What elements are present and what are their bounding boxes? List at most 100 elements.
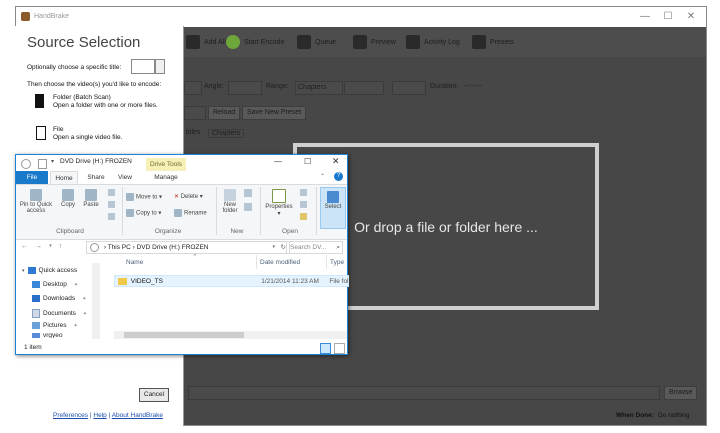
nav-documents-label: Documents <box>43 310 76 317</box>
recent-locations-button[interactable]: ▾ <box>46 241 55 252</box>
about-link[interactable]: About HandBrake <box>112 412 163 419</box>
presets-icon <box>472 35 486 49</box>
save-new-preset-button[interactable]: Save New Preset <box>242 106 307 120</box>
folder-option-desc: Open a folder with one or more files. <box>53 102 158 109</box>
nav-pictures[interactable]: Pictures ✦ <box>32 322 78 329</box>
column-name[interactable]: Name <box>126 259 143 266</box>
maximize-button[interactable]: ☐ <box>659 10 677 24</box>
folder-option[interactable]: Folder (Batch Scan) Open a folder with o… <box>33 92 181 116</box>
horizontal-scrollbar-thumb[interactable] <box>124 332 244 338</box>
forward-button[interactable]: → <box>34 241 43 252</box>
nav-scrollbar[interactable] <box>92 263 100 339</box>
select-button[interactable]: Select <box>320 187 346 229</box>
add-all-button[interactable]: Add All <box>186 27 226 57</box>
nav-quick-access[interactable]: ▾ Quick access <box>22 267 77 274</box>
paste-label: Paste <box>83 202 99 208</box>
pin-icon: ✦ <box>82 295 87 302</box>
column-divider[interactable] <box>326 255 327 269</box>
copy-button[interactable]: Copy <box>60 189 76 208</box>
tab-home[interactable]: Home <box>50 171 78 185</box>
nav-desktop-label: Desktop <box>43 281 67 288</box>
destination-input[interactable] <box>188 386 660 400</box>
presets-button[interactable]: Presets <box>472 27 514 57</box>
large-icons-view-icon[interactable] <box>334 343 345 354</box>
activity-log-button[interactable]: Activity Log <box>406 27 460 57</box>
properties-quick-icon[interactable] <box>38 159 47 169</box>
column-divider[interactable] <box>256 255 257 269</box>
range-end-combo[interactable] <box>392 81 426 95</box>
file-option[interactable]: File Open a single video file. <box>33 124 181 146</box>
tab-subtitles[interactable]: titles <box>186 129 200 136</box>
table-row[interactable]: VIDEO_TS 1/21/2014 11:23 AM File fol <box>114 275 349 287</box>
tab-view[interactable]: View <box>114 171 136 184</box>
title-number-input[interactable] <box>131 59 155 74</box>
back-button[interactable]: ← <box>20 241 29 252</box>
tab-manage[interactable]: Manage <box>149 171 183 184</box>
when-done-select[interactable]: Do nothing <box>658 412 689 419</box>
paste-icon <box>85 189 97 201</box>
cancel-button[interactable]: Cancel <box>139 388 169 402</box>
preferences-link[interactable]: Preferences <box>53 412 88 419</box>
cut-icon[interactable] <box>108 189 115 196</box>
new-folder-button[interactable]: New folder <box>220 189 240 214</box>
preset-combo[interactable] <box>184 106 206 120</box>
link-separator: | <box>108 412 111 419</box>
explorer-maximize-button[interactable]: ☐ <box>304 157 311 166</box>
queue-button[interactable]: Queue <box>297 27 336 57</box>
reload-button[interactable]: Reload <box>208 106 241 120</box>
address-bar[interactable]: › This PC › DVD Drive (H:) FROZEN ▾ ↻ <box>86 241 290 254</box>
title-spinner[interactable] <box>155 59 165 74</box>
tab-file[interactable]: File <box>16 171 48 184</box>
rename-button[interactable]: Rename <box>174 209 207 217</box>
browse-button[interactable]: Browse <box>664 386 698 400</box>
minimize-button[interactable]: — <box>636 10 654 24</box>
tab-chapters[interactable]: Chapters <box>208 129 245 138</box>
start-encode-button[interactable]: Start Encode <box>226 27 284 57</box>
address-dropdown-icon[interactable]: ▾ <box>272 242 275 253</box>
preview-button[interactable]: Preview <box>353 27 396 57</box>
navigation-pane: ▾ Quick access Desktop ✦ Downloads ✦ Doc… <box>16 255 104 339</box>
nav-documents[interactable]: Documents ✦ <box>32 309 87 318</box>
range-combo[interactable]: Chapters <box>295 81 343 95</box>
properties-button[interactable]: Properties ▾ <box>264 189 294 217</box>
help-icon[interactable]: ? <box>334 172 343 181</box>
history-icon[interactable] <box>300 213 307 220</box>
explorer-close-button[interactable]: ✕ <box>332 156 340 167</box>
quick-access-dropdown-icon[interactable]: ▾ <box>51 158 54 165</box>
details-view-icon[interactable] <box>320 343 331 354</box>
breadcrumb-separator: › <box>103 244 106 251</box>
up-button[interactable]: ↑ <box>56 241 65 252</box>
pin-icon: ✦ <box>82 310 88 317</box>
help-link[interactable]: Help <box>93 412 106 419</box>
copy-to-button[interactable]: Copy to ▾ <box>126 209 161 217</box>
nav-downloads[interactable]: Downloads ✦ <box>32 295 86 302</box>
new-item-icon[interactable] <box>244 189 252 197</box>
horizontal-scrollbar[interactable] <box>114 331 347 339</box>
preview-label: Preview <box>371 38 396 46</box>
title-combo[interactable] <box>184 81 202 95</box>
angle-combo[interactable] <box>228 81 262 95</box>
tab-share[interactable]: Share <box>84 171 108 184</box>
breadcrumb-drive[interactable]: DVD Drive (H:) FROZEN <box>137 244 209 251</box>
nav-videos[interactable]: vrgyeo <box>32 333 63 338</box>
close-button[interactable]: ✕ <box>682 10 700 24</box>
range-start-combo[interactable] <box>344 81 384 95</box>
paste-shortcut-icon[interactable] <box>108 213 115 220</box>
breadcrumb-this-pc[interactable]: This PC <box>108 244 131 251</box>
copy-path-icon[interactable] <box>108 201 115 208</box>
column-date[interactable]: Date modified <box>260 259 300 266</box>
search-input[interactable]: Search DV... ⌕ <box>286 241 343 254</box>
delete-button[interactable]: ✕ Delete ▾ <box>174 193 203 200</box>
delete-label: Delete <box>180 194 199 200</box>
nav-desktop[interactable]: Desktop ✦ <box>32 281 78 288</box>
open-icon[interactable] <box>300 189 307 196</box>
ribbon-collapse-icon[interactable]: ⌃ <box>320 173 325 180</box>
pin-quick-access-button[interactable]: Pin to Quick access <box>18 189 54 214</box>
column-type[interactable]: Type <box>330 259 344 266</box>
copy-to-icon <box>126 209 134 217</box>
edit-icon[interactable] <box>300 201 307 208</box>
explorer-minimize-button[interactable]: — <box>274 157 282 166</box>
easy-access-icon[interactable] <box>244 203 252 211</box>
paste-button[interactable]: Paste <box>82 189 100 208</box>
move-to-button[interactable]: Move to ▾ <box>126 193 162 201</box>
